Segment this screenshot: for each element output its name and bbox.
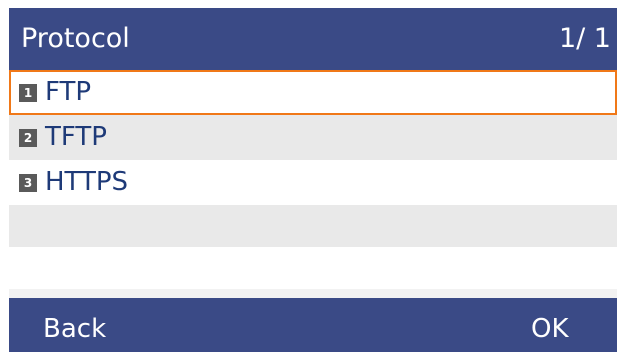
empty-row <box>9 247 617 289</box>
menu-item-label: HTTPS <box>45 167 129 197</box>
number-2-icon: 2 <box>19 128 37 147</box>
page-indicator: 1/ 1 <box>558 23 611 54</box>
screen-title: Protocol <box>21 23 130 54</box>
back-softkey[interactable]: Back <box>43 298 106 352</box>
number-1-icon: 1 <box>19 83 37 102</box>
number-3-icon: 3 <box>19 173 37 192</box>
menu-item-label: TFTP <box>45 122 107 152</box>
menu-item-https[interactable]: 3 HTTPS <box>9 160 617 205</box>
menu-item-label: FTP <box>45 77 92 107</box>
ok-softkey[interactable]: OK <box>531 298 569 352</box>
title-bar: Protocol 1/ 1 <box>9 8 617 70</box>
softkey-bar: Back OK <box>9 298 617 352</box>
empty-row <box>9 205 617 247</box>
menu-item-ftp[interactable]: 1 FTP <box>9 70 617 115</box>
protocol-menu-list: 1 FTP 2 TFTP 3 HTTPS <box>9 70 617 289</box>
phone-screen: Protocol 1/ 1 1 FTP 2 TFTP 3 HTTPS Back … <box>9 8 617 352</box>
menu-item-tftp[interactable]: 2 TFTP <box>9 115 617 160</box>
